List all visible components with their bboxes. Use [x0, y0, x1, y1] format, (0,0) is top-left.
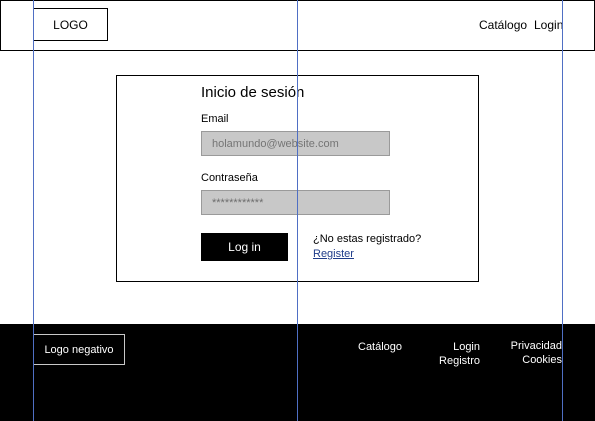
layout-guide-line — [297, 0, 298, 421]
password-label: Contraseña — [201, 172, 258, 184]
footer-login-link[interactable]: Login — [440, 340, 480, 354]
footer-catalog-link[interactable]: Catálogo — [358, 340, 402, 354]
email-input[interactable] — [201, 131, 390, 156]
footer-privacy-link[interactable]: Privacidad — [500, 339, 562, 353]
layout-guide-line — [562, 0, 563, 421]
login-title: Inicio de sesión — [201, 84, 305, 101]
password-input[interactable] — [201, 190, 390, 215]
email-label: Email — [201, 113, 229, 125]
register-prompt: ¿No estas registrado? — [313, 233, 422, 245]
logo[interactable]: LOGO — [33, 8, 108, 41]
nav-catalog-link[interactable]: Catálogo — [479, 18, 527, 32]
login-button[interactable]: Log in — [201, 233, 288, 261]
layout-guide-line — [33, 0, 34, 421]
footer-cookies-link[interactable]: Cookies — [500, 353, 562, 367]
footer-logo[interactable]: Logo negativo — [33, 334, 125, 365]
footer-register-link[interactable]: Registro — [430, 354, 480, 368]
register-link[interactable]: Register — [313, 248, 354, 260]
nav-login-link[interactable]: Login — [534, 18, 563, 32]
